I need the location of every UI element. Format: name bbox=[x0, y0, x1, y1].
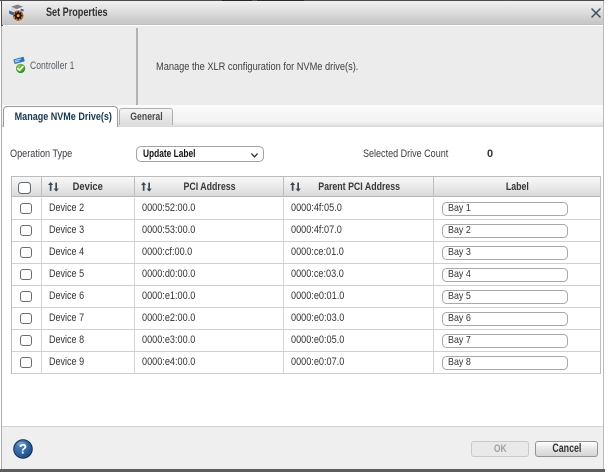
svg-text:?: ? bbox=[19, 442, 27, 457]
